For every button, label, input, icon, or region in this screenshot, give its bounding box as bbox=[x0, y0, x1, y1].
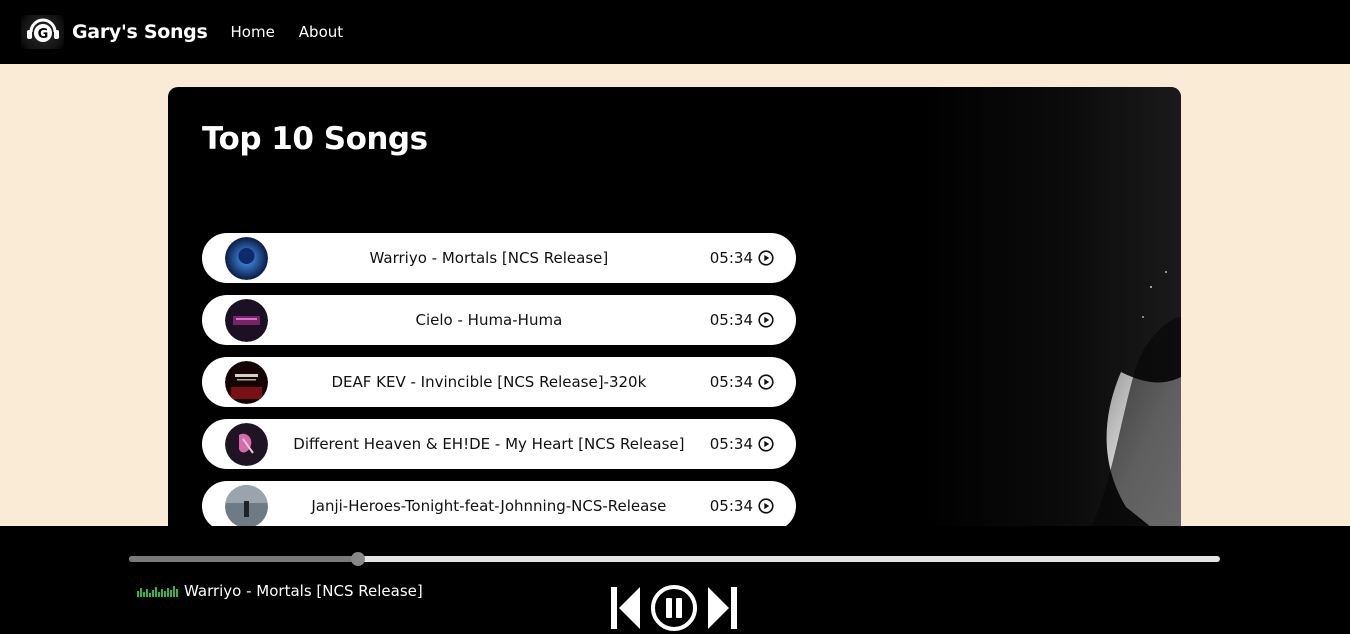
album-cover-image bbox=[225, 422, 268, 466]
progress-slider[interactable] bbox=[129, 552, 1220, 566]
nav-link-home[interactable]: Home bbox=[231, 23, 275, 41]
song-item[interactable]: DEAF KEV - Invincible [NCS Release]-320k… bbox=[202, 357, 796, 407]
song-item[interactable]: Warriyo - Mortals [NCS Release] 05:34 bbox=[202, 233, 796, 283]
progress-thumb[interactable] bbox=[351, 552, 366, 566]
play-circle-icon[interactable] bbox=[758, 250, 774, 266]
now-playing-title: Warriyo - Mortals [NCS Release] bbox=[184, 582, 423, 600]
song-title: Janji-Heroes-Tonight-feat-Johnning-NCS-R… bbox=[311, 497, 667, 515]
pause-icon[interactable] bbox=[649, 583, 699, 633]
skip-forward-icon[interactable] bbox=[705, 585, 739, 631]
play-circle-icon[interactable] bbox=[758, 312, 774, 328]
song-title: Warriyo - Mortals [NCS Release] bbox=[369, 249, 609, 267]
song-title: DEAF KEV - Invincible [NCS Release]-320k bbox=[331, 373, 647, 391]
skip-back-icon[interactable] bbox=[609, 585, 643, 631]
album-cover-image bbox=[225, 360, 268, 404]
song-duration: 05:34 bbox=[709, 311, 753, 329]
navbar: G Gary's Songs Home About bbox=[0, 0, 1350, 64]
song-item[interactable]: Cielo - Huma-Huma 05:34 bbox=[202, 295, 796, 345]
album-cover-image bbox=[225, 484, 268, 528]
song-item[interactable]: Different Heaven & EH!DE - My Heart [NCS… bbox=[202, 419, 796, 469]
songs-card: Top 10 Songs Warriyo - Mortals [NCS Rele… bbox=[168, 87, 1181, 547]
song-duration: 05:34 bbox=[709, 249, 753, 267]
player-bar: Warriyo - Mortals [NCS Release] bbox=[0, 526, 1350, 634]
page-title: Top 10 Songs bbox=[202, 121, 428, 157]
svg-text:G: G bbox=[37, 27, 48, 42]
song-duration: 05:34 bbox=[709, 435, 753, 453]
brand[interactable]: G Gary's Songs bbox=[21, 15, 208, 49]
background-portrait-image bbox=[921, 87, 1181, 547]
song-item[interactable]: Janji-Heroes-Tonight-feat-Johnning-NCS-R… bbox=[202, 481, 796, 531]
now-playing: Warriyo - Mortals [NCS Release] bbox=[137, 582, 423, 600]
progress-fill bbox=[129, 556, 359, 562]
brand-name[interactable]: Gary's Songs bbox=[72, 21, 208, 43]
equalizer-icon bbox=[137, 586, 178, 597]
logo-icon: G bbox=[21, 15, 64, 49]
nav-link-about[interactable]: About bbox=[299, 23, 343, 41]
player-controls bbox=[609, 583, 739, 633]
album-cover-image bbox=[225, 298, 268, 342]
song-duration: 05:34 bbox=[709, 497, 753, 515]
play-circle-icon[interactable] bbox=[758, 498, 774, 514]
album-cover-image bbox=[225, 236, 268, 280]
song-duration: 05:34 bbox=[709, 373, 753, 391]
song-title: Different Heaven & EH!DE - My Heart [NCS… bbox=[293, 435, 685, 453]
play-circle-icon[interactable] bbox=[758, 436, 774, 452]
play-circle-icon[interactable] bbox=[758, 374, 774, 390]
song-title: Cielo - Huma-Huma bbox=[415, 311, 563, 329]
song-list: Warriyo - Mortals [NCS Release] 05:34 Ci… bbox=[202, 233, 796, 543]
